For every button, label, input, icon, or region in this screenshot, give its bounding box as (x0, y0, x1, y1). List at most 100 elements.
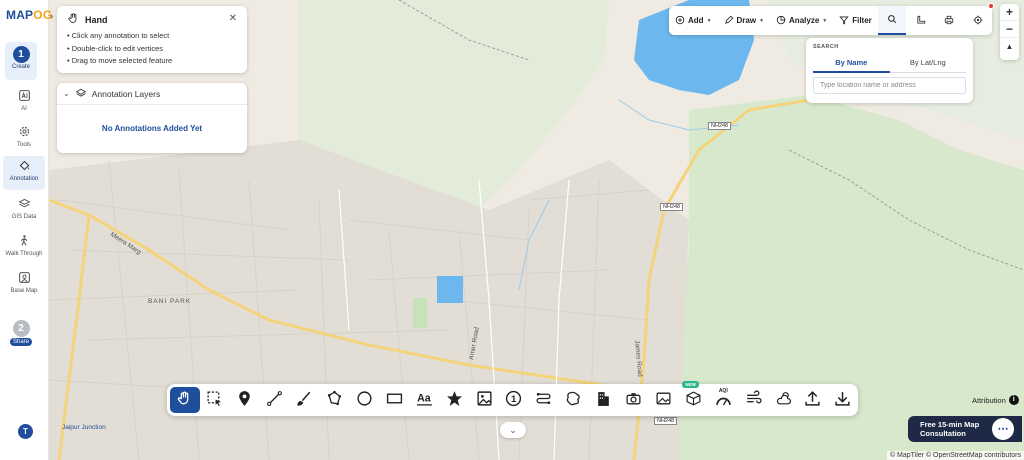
aqi-badge: AQI (718, 388, 728, 394)
download-tool-button[interactable] (828, 387, 858, 413)
list-item: • Click any annotation to select (67, 31, 170, 40)
brush-icon (296, 390, 313, 410)
layers-icon (3, 197, 45, 213)
info-icon: i (1008, 395, 1019, 405)
tab-by-lat-lng[interactable]: By Lat/Lng (889, 54, 966, 73)
text-tool-button[interactable]: Aa (409, 387, 439, 413)
polygon-icon (326, 390, 343, 410)
printer-icon (944, 15, 954, 27)
add-button[interactable]: Add ▼ (669, 6, 718, 35)
numbered-marker-tool-button[interactable]: 1 (499, 387, 529, 413)
select-tool-button[interactable] (200, 387, 230, 413)
plus-circle-icon (675, 15, 685, 27)
zoom-out-button[interactable]: − (1000, 21, 1019, 38)
sidebar-item-label: AI (21, 106, 27, 112)
attribution-label: Attribution (972, 395, 1006, 405)
chat-icon[interactable]: ⋯ (992, 418, 1014, 440)
draw-button[interactable]: Draw ▼ (718, 6, 771, 35)
star-tool-button[interactable] (439, 387, 469, 413)
print-button[interactable] (935, 6, 964, 35)
text-icon: Aa (416, 390, 433, 410)
weather-icon (775, 390, 792, 410)
list-item: • Double-click to edit vertices (67, 43, 163, 53)
zoom-in-button[interactable]: + (1000, 4, 1019, 21)
wind-tool-button[interactable] (738, 387, 768, 413)
analyze-button[interactable]: Analyze ▼ (770, 6, 833, 35)
sidebar-item-walk-through[interactable]: Walk Through (3, 231, 45, 265)
sidebar-item-ai[interactable]: AI (3, 86, 45, 120)
search-panel: SEARCH By Name By Lat/Lng (806, 38, 973, 103)
consultation-banner[interactable]: Free 15-min Map Consultation ⋯ (908, 416, 1022, 442)
pie-chart-icon (776, 15, 786, 27)
chevron-down-icon[interactable]: ⌄ (500, 422, 526, 438)
cube-icon (685, 390, 702, 410)
route-tool-button[interactable] (529, 387, 559, 413)
search-button[interactable] (877, 6, 907, 35)
freeform-shape-tool-button[interactable] (559, 387, 589, 413)
map-label-jaipur-junction: Jaipur Junction (62, 424, 106, 431)
photo-tool-button[interactable] (649, 387, 679, 413)
building-tool-button[interactable] (589, 387, 619, 413)
filter-button-label: Filter (852, 16, 872, 25)
line-tool-button[interactable] (260, 387, 290, 413)
close-icon[interactable]: ✕ (229, 13, 237, 24)
line-icon (266, 390, 283, 410)
map-credits[interactable]: © MapTiler © OpenStreetMap contributors (886, 451, 1024, 460)
camera-tool-button[interactable] (619, 387, 649, 413)
tab-by-name[interactable]: By Name (813, 54, 890, 73)
hand-tool-button[interactable] (170, 387, 200, 413)
chevron-down-icon[interactable]: ⌄ (63, 89, 70, 98)
sidebar-item-tools[interactable]: Tools (3, 122, 45, 156)
svg-text:1: 1 (511, 394, 517, 405)
road-shield-nh248: NH248 (660, 203, 684, 211)
annotation-layers-title: Annotation Layers (91, 88, 161, 99)
sidebar-item-gis-data[interactable]: GIS Data (3, 194, 45, 228)
upload-icon (804, 390, 821, 410)
attribution-button[interactable]: Attribution i (972, 395, 1019, 405)
annotation-layers-panel: ⌄ Annotation Layers No Annotations Added… (57, 83, 247, 153)
empty-state-text: No Annotations Added Yet (101, 124, 203, 133)
hand-panel-title-text: Hand (85, 14, 108, 25)
left-sidebar: MAPOG 1 Create AI Tools Annotation GIS D… (0, 0, 52, 460)
step-label: Share (10, 338, 32, 346)
hand-icon (67, 12, 80, 27)
marker-tool-button[interactable] (230, 387, 260, 413)
step-label: Create (11, 64, 30, 70)
polygon-tool-button[interactable] (320, 387, 350, 413)
north-arrow-icon[interactable]: ▲ (1000, 38, 1019, 55)
app-logo[interactable]: MAPOG (6, 8, 52, 22)
sidebar-item-annotation[interactable]: Annotation (3, 156, 45, 190)
locate-button[interactable] (963, 3, 994, 35)
road-shield-nh248: NH248 (654, 417, 678, 425)
rectangle-tool-button[interactable] (379, 387, 409, 413)
upload-tool-button[interactable] (798, 387, 828, 413)
aqi-tool-button[interactable]: AQI (708, 387, 738, 413)
base-map-icon (3, 271, 45, 287)
step-share[interactable]: 2 Share (5, 316, 37, 354)
map-pin-icon (236, 390, 253, 410)
step-create[interactable]: 1 Create (5, 42, 37, 80)
numbered-circle-icon: 1 (505, 390, 522, 410)
freeform-shape-icon (565, 390, 582, 410)
hand-icon (176, 390, 193, 410)
image-tool-button[interactable] (469, 387, 499, 413)
weather-tool-button[interactable] (768, 387, 798, 413)
sidebar-item-label: Annotation (9, 176, 39, 182)
pencil-icon (724, 15, 734, 27)
filter-button[interactable]: Filter (833, 6, 878, 35)
sidebar-item-label: Walk Through (5, 251, 43, 257)
caret-down-icon: ▼ (822, 17, 828, 24)
sidebar-collapse-icon[interactable]: › (50, 11, 53, 22)
circle-tool-button[interactable] (349, 387, 379, 413)
annotation-layers-header[interactable]: ⌄ Annotation Layers (57, 83, 247, 105)
circle-icon (356, 390, 373, 410)
sidebar-item-base-map[interactable]: Base Map (3, 268, 45, 302)
route-icon (535, 390, 552, 410)
freehand-tool-button[interactable] (290, 387, 320, 413)
3d-cube-tool-button[interactable]: NEW (678, 381, 708, 413)
user-avatar[interactable]: T (18, 424, 33, 439)
search-input[interactable] (813, 77, 966, 94)
svg-text:Aa: Aa (417, 393, 431, 405)
walk-icon (3, 234, 45, 250)
measure-button[interactable] (906, 6, 935, 35)
